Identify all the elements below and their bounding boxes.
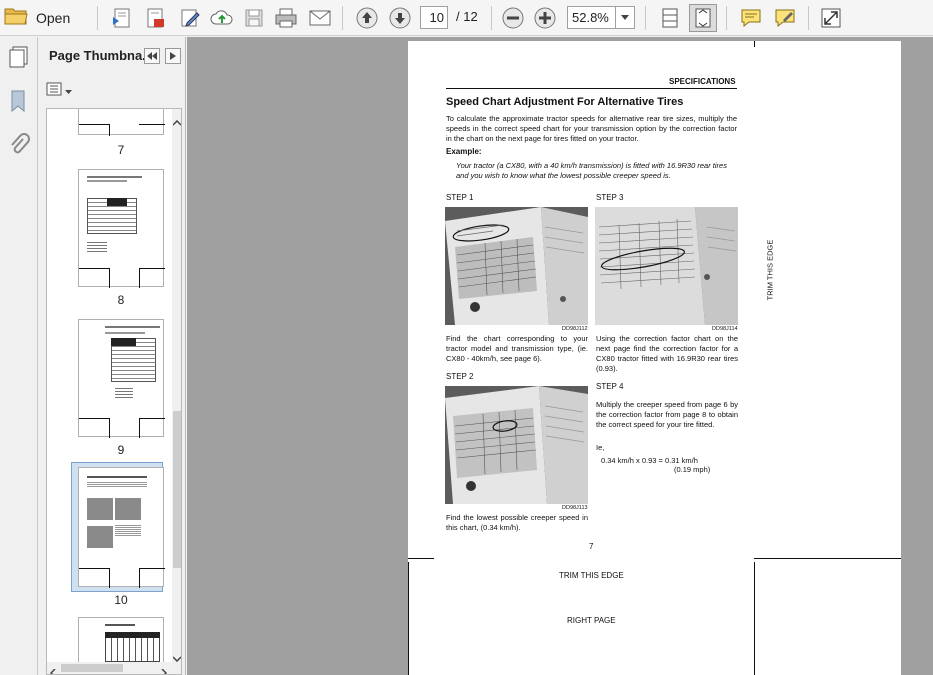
fit-page-icon[interactable]: [689, 4, 717, 32]
ie-label: Ie,: [596, 443, 605, 452]
step2-heading: STEP 2: [446, 372, 474, 381]
expand-panel-icon[interactable]: [165, 48, 181, 64]
thumbnail-label: 10: [114, 593, 128, 607]
chevron-left-icon[interactable]: [49, 664, 56, 674]
toolbar-separator: [342, 6, 343, 30]
intro-paragraph: To calculate the approximate tractor spe…: [446, 114, 737, 143]
document-viewport[interactable]: SPECIFICATIONS Speed Chart Adjustment Fo…: [187, 37, 933, 675]
toolbar-separator: [726, 6, 727, 30]
toolbar-separator: [808, 6, 809, 30]
fit-width-icon[interactable]: [656, 4, 684, 32]
example-label: Example:: [446, 147, 482, 156]
fullscreen-icon[interactable]: [817, 4, 845, 32]
thumbnail-page-8[interactable]: [78, 169, 165, 288]
chevron-down-icon[interactable]: [172, 649, 181, 667]
thumbnail-list[interactable]: 7 8 9 10: [46, 108, 182, 675]
thumbnail-label: 8: [117, 293, 125, 307]
trim-side-label: TRIM THIS EDGE: [765, 239, 775, 301]
thumbnail-label: 9: [117, 443, 125, 457]
folder-icon: [4, 6, 28, 31]
export-pdf-icon[interactable]: [141, 4, 169, 32]
scrollbar-thumb[interactable]: [61, 664, 123, 672]
pdf-page: SPECIFICATIONS Speed Chart Adjustment Fo…: [408, 41, 901, 675]
highlight-icon[interactable]: [771, 4, 799, 32]
page-thumbnails-icon[interactable]: [8, 45, 30, 74]
crop-mark: [408, 558, 434, 559]
step3-text: Using the correction factor chart on the…: [596, 334, 738, 373]
thumbnail-options-button[interactable]: [46, 82, 76, 100]
open-button[interactable]: Open: [4, 4, 84, 32]
list-options-icon: [46, 82, 62, 101]
open-label: Open: [36, 10, 71, 26]
thumbnail-scrollbar[interactable]: [172, 109, 181, 674]
comment-icon[interactable]: [737, 4, 765, 32]
chevron-down-icon[interactable]: [615, 6, 635, 29]
zoom-out-icon[interactable]: [499, 4, 527, 32]
scrollbar-thumb[interactable]: [173, 411, 181, 568]
header-rule: [446, 88, 737, 89]
step1-heading: STEP 1: [446, 193, 474, 202]
step3-photo: [595, 207, 738, 325]
page-total: / 12: [456, 9, 478, 24]
page-number-input[interactable]: 10: [420, 6, 448, 29]
email-icon[interactable]: [306, 4, 334, 32]
step4-heading: STEP 4: [596, 382, 624, 391]
thumbnails-panel: Page Thumbna... 7 8 9 10: [38, 37, 186, 675]
chevron-down-icon: [65, 82, 72, 100]
thumbnail-label: 7: [117, 143, 125, 157]
step3-photo-caption: DD98J114: [712, 326, 738, 332]
toolbar-separator: [97, 6, 98, 30]
step3-heading: STEP 3: [596, 193, 624, 202]
navigation-rail: [0, 37, 38, 675]
thumbnail-page-7[interactable]: [78, 109, 165, 136]
page-title: Speed Chart Adjustment For Alternative T…: [446, 96, 684, 108]
crop-mark: [754, 41, 755, 47]
create-pdf-icon[interactable]: [108, 4, 136, 32]
step2-photo-caption: DD98J113: [562, 505, 588, 511]
trim-bottom-label: TRIM THIS EDGE: [559, 571, 624, 580]
crop-mark: [754, 562, 755, 675]
page-number: 7: [589, 542, 594, 551]
cloud-upload-icon[interactable]: [208, 4, 236, 32]
toolbar-separator: [491, 6, 492, 30]
zoom-input[interactable]: 52.8%: [567, 6, 615, 29]
formula-mph: (0.19 mph): [674, 465, 711, 474]
step4-text: Multiply the creeper speed from page 6 b…: [596, 400, 738, 429]
chevron-right-icon[interactable]: [161, 664, 168, 674]
crop-mark: [408, 562, 409, 675]
step2-text: Find the lowest possible creeper speed i…: [446, 513, 588, 532]
right-page-label: RIGHT PAGE: [567, 616, 616, 625]
main-toolbar: Open 10 / 12 52.8%: [0, 0, 933, 36]
example-text: Your tractor (a CX80, with a 40 km/h tra…: [456, 161, 727, 180]
step2-photo: [445, 386, 588, 504]
thumbnail-page-10[interactable]: [78, 467, 165, 588]
panel-title: Page Thumbna...: [49, 48, 154, 63]
crop-mark: [754, 558, 901, 559]
toolbar-separator: [645, 6, 646, 30]
bookmark-icon[interactable]: [9, 89, 27, 118]
previous-page-icon[interactable]: [353, 4, 381, 32]
print-icon[interactable]: [272, 4, 300, 32]
attachment-icon[interactable]: [8, 133, 30, 162]
next-page-icon[interactable]: [386, 4, 414, 32]
section-header: SPECIFICATIONS: [669, 77, 736, 86]
collapse-panel-icon[interactable]: [144, 48, 160, 64]
zoom-in-icon[interactable]: [531, 4, 559, 32]
chevron-up-icon[interactable]: [172, 113, 181, 131]
thumbnail-page-9[interactable]: [78, 319, 165, 438]
step1-photo-caption: DD98J112: [562, 326, 588, 332]
thumbnail-h-scrollbar[interactable]: [47, 662, 173, 674]
save-icon[interactable]: [240, 4, 268, 32]
edit-pdf-icon[interactable]: [176, 4, 204, 32]
step1-text: Find the chart corresponding to your tra…: [446, 334, 588, 363]
step1-photo: [445, 207, 588, 325]
